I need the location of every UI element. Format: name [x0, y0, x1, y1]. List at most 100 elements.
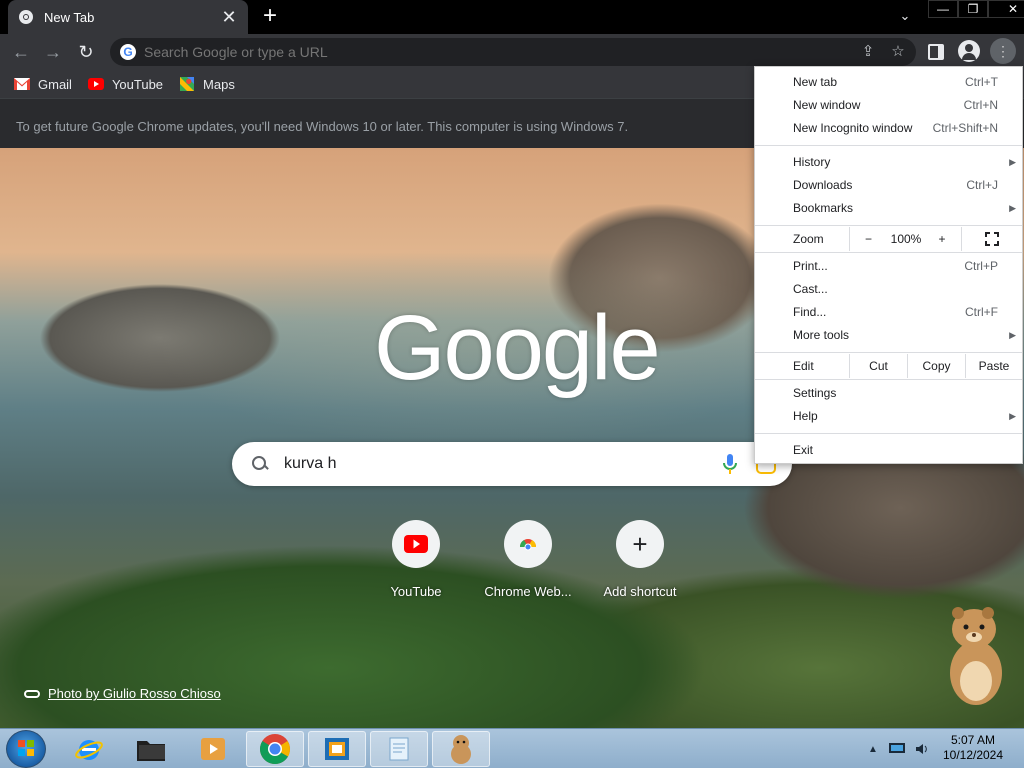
taskbar-hamster-app[interactable] — [432, 731, 490, 767]
menu-item-exit[interactable]: Exit — [755, 439, 1022, 462]
voice-search-icon[interactable] — [720, 452, 740, 476]
menu-item-label: More tools — [793, 328, 850, 342]
chrome-window: New Tab ✕ + ⌄ — ❐ ✕ ← → ↻ G ⇪ ☆ ⋮ — [0, 0, 1024, 768]
internet-explorer-icon — [75, 740, 103, 760]
tab-new-tab[interactable]: New Tab ✕ — [8, 0, 248, 34]
fullscreen-button[interactable] — [961, 227, 1022, 251]
reload-button[interactable]: ↻ — [74, 40, 98, 64]
fullscreen-icon — [985, 232, 999, 246]
bookmark-youtube[interactable]: YouTube — [87, 77, 163, 92]
add-shortcut-button[interactable]: + Add shortcut — [584, 520, 696, 599]
media-player-icon — [201, 738, 225, 760]
chrome-main-menu: New tab Ctrl+T New window Ctrl+N New Inc… — [754, 66, 1023, 464]
menu-item-cast[interactable]: Cast... — [755, 278, 1022, 301]
edit-label: Edit — [793, 359, 814, 373]
menu-shortcut: Ctrl+F — [965, 305, 998, 319]
zoom-in-button[interactable]: + — [925, 227, 959, 251]
start-button[interactable] — [6, 730, 46, 768]
menu-item-downloads[interactable]: Downloads Ctrl+J — [755, 174, 1022, 197]
window-controls: — ❐ ✕ — [928, 0, 1024, 18]
close-window-button[interactable]: ✕ — [988, 0, 1024, 18]
shortcuts-row: YouTube Chrome Web... + Add shortcut — [360, 520, 696, 599]
copy-button[interactable]: Copy — [907, 354, 965, 378]
chrome-favicon-icon — [19, 10, 33, 24]
bookmark-label: Maps — [203, 76, 235, 92]
tab-close-icon[interactable]: ✕ — [220, 8, 238, 26]
taskbar-internet-explorer[interactable] — [60, 731, 118, 767]
shortcut-chrome-web-store[interactable]: Chrome Web... — [472, 520, 584, 599]
menu-shortcut: Ctrl+N — [963, 98, 998, 112]
taskbar-virtualbox[interactable] — [308, 731, 366, 767]
forward-button[interactable]: → — [41, 40, 65, 64]
search-icon — [250, 454, 270, 474]
submenu-arrow-icon: ▶ — [1009, 203, 1016, 213]
maximize-button[interactable]: ❐ — [958, 0, 988, 18]
menu-item-label: Help — [793, 409, 818, 423]
menu-separator — [755, 145, 1022, 146]
photo-credit-link[interactable]: Photo by Giulio Rosso Chioso — [48, 686, 221, 701]
taskbar-notepad[interactable] — [370, 731, 428, 767]
youtube-icon — [87, 78, 104, 90]
chrome-web-store-icon — [519, 539, 537, 551]
menu-item-new-incognito[interactable]: New Incognito window Ctrl+Shift+N — [755, 117, 1022, 140]
new-tab-button[interactable]: + — [258, 4, 282, 29]
shortcut-label: YouTube — [390, 584, 442, 599]
back-button[interactable]: ← — [9, 40, 33, 64]
menu-item-label: Print... — [793, 259, 828, 273]
ntp-search-box[interactable] — [232, 442, 792, 486]
volume-icon[interactable] — [914, 741, 930, 757]
menu-item-label: New Incognito window — [793, 121, 913, 135]
google-logo: Google — [374, 297, 661, 399]
system-tray: ▲ — [868, 734, 930, 764]
tab-search-icon[interactable]: ⌄ — [893, 8, 917, 26]
side-panel-icon[interactable] — [928, 44, 944, 60]
zoom-label: Zoom — [793, 232, 824, 246]
menu-item-find[interactable]: Find... Ctrl+F — [755, 301, 1022, 324]
show-hidden-icons-icon[interactable]: ▲ — [868, 744, 878, 755]
menu-item-print[interactable]: Print... Ctrl+P — [755, 255, 1022, 278]
zoom-out-button[interactable]: − — [849, 227, 887, 251]
paste-button[interactable]: Paste — [965, 354, 1022, 378]
profile-avatar-icon[interactable] — [958, 40, 980, 62]
menu-item-label: New window — [793, 98, 861, 112]
menu-separator — [755, 379, 1022, 380]
cut-button[interactable]: Cut — [849, 354, 907, 378]
menu-row-zoom: Zoom − 100% + — [755, 227, 1022, 251]
windows-logo-icon — [18, 740, 34, 756]
share-icon[interactable]: ⇪ — [856, 40, 880, 64]
menu-item-new-tab[interactable]: New tab Ctrl+T — [755, 71, 1022, 94]
clock-date: 10/12/2024 — [942, 748, 1004, 762]
bookmark-gmail[interactable]: Gmail — [14, 77, 72, 92]
menu-item-help[interactable]: Help ▶ — [755, 405, 1022, 428]
shortcut-youtube[interactable]: YouTube — [360, 520, 472, 599]
menu-item-label: Cast... — [793, 282, 828, 296]
ntp-search-input[interactable] — [284, 455, 720, 473]
menu-item-new-window[interactable]: New window Ctrl+N — [755, 94, 1022, 117]
menu-item-more-tools[interactable]: More tools ▶ — [755, 324, 1022, 347]
taskbar-folder[interactable] — [122, 731, 180, 767]
menu-shortcut: Ctrl+T — [965, 75, 998, 89]
toolbar: ← → ↻ G ⇪ ☆ ⋮ — [0, 34, 1024, 70]
taskbar-media-player[interactable] — [184, 731, 242, 767]
taskbar-clock[interactable]: 5:07 AM 10/12/2024 — [938, 733, 1008, 763]
bookmark-star-icon[interactable]: ☆ — [886, 40, 910, 64]
shortcut-tile — [392, 520, 440, 568]
minimize-button[interactable]: — — [928, 0, 958, 18]
hamster-icon — [451, 735, 471, 764]
maps-icon — [180, 77, 195, 91]
omnibox-input[interactable] — [144, 44, 856, 60]
gmail-icon — [14, 78, 30, 90]
menu-item-settings[interactable]: Settings — [755, 382, 1022, 405]
bookmark-label: Gmail — [38, 76, 72, 92]
menu-separator — [755, 225, 1022, 226]
chrome-icon — [260, 734, 290, 764]
chrome-menu-button[interactable]: ⋮ — [990, 38, 1016, 64]
network-icon[interactable] — [888, 742, 906, 756]
bookmark-maps[interactable]: Maps — [179, 77, 235, 92]
taskbar-chrome[interactable] — [246, 731, 304, 767]
menu-item-history[interactable]: History ▶ — [755, 151, 1022, 174]
menu-item-label: Exit — [793, 443, 814, 457]
omnibox[interactable]: G ⇪ ☆ — [110, 38, 916, 66]
menu-item-bookmarks[interactable]: Bookmarks ▶ — [755, 197, 1022, 220]
folder-icon — [137, 741, 165, 761]
